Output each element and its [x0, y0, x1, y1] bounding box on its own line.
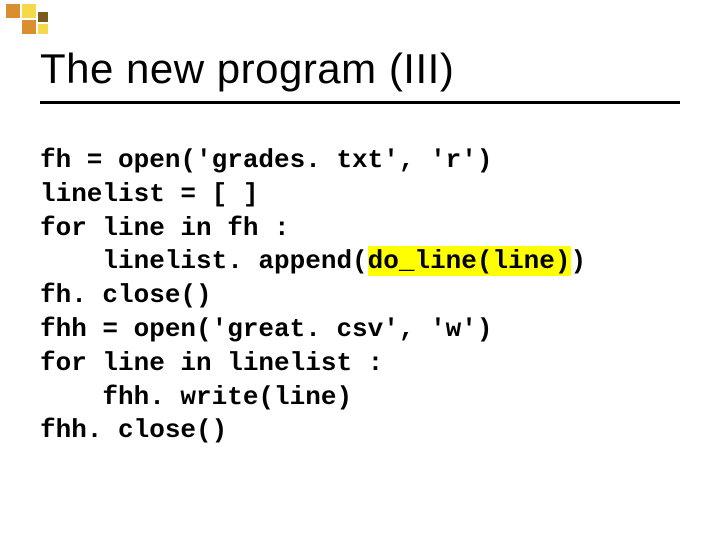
code-line-7: for line in linelist :	[40, 348, 383, 378]
code-line-4a: linelist. append(	[40, 246, 368, 276]
code-line-4-highlight: do_line(line)	[368, 246, 571, 276]
slide-title: The new program (III)	[40, 45, 680, 93]
code-block: fh = open('grades. txt', 'r') linelist =…	[0, 104, 720, 448]
code-line-5: fh. close()	[40, 280, 212, 310]
code-line-1: fh = open('grades. txt', 'r')	[40, 145, 492, 175]
code-line-6: fhh = open('great. csv', 'w')	[40, 314, 492, 344]
code-line-2: linelist = [ ]	[40, 179, 258, 209]
code-line-9: fhh. close()	[40, 415, 227, 445]
code-line-3: for line in fh :	[40, 213, 290, 243]
code-line-4c: )	[571, 246, 587, 276]
code-line-8: fhh. write(line)	[40, 382, 352, 412]
title-area: The new program (III)	[0, 0, 720, 104]
